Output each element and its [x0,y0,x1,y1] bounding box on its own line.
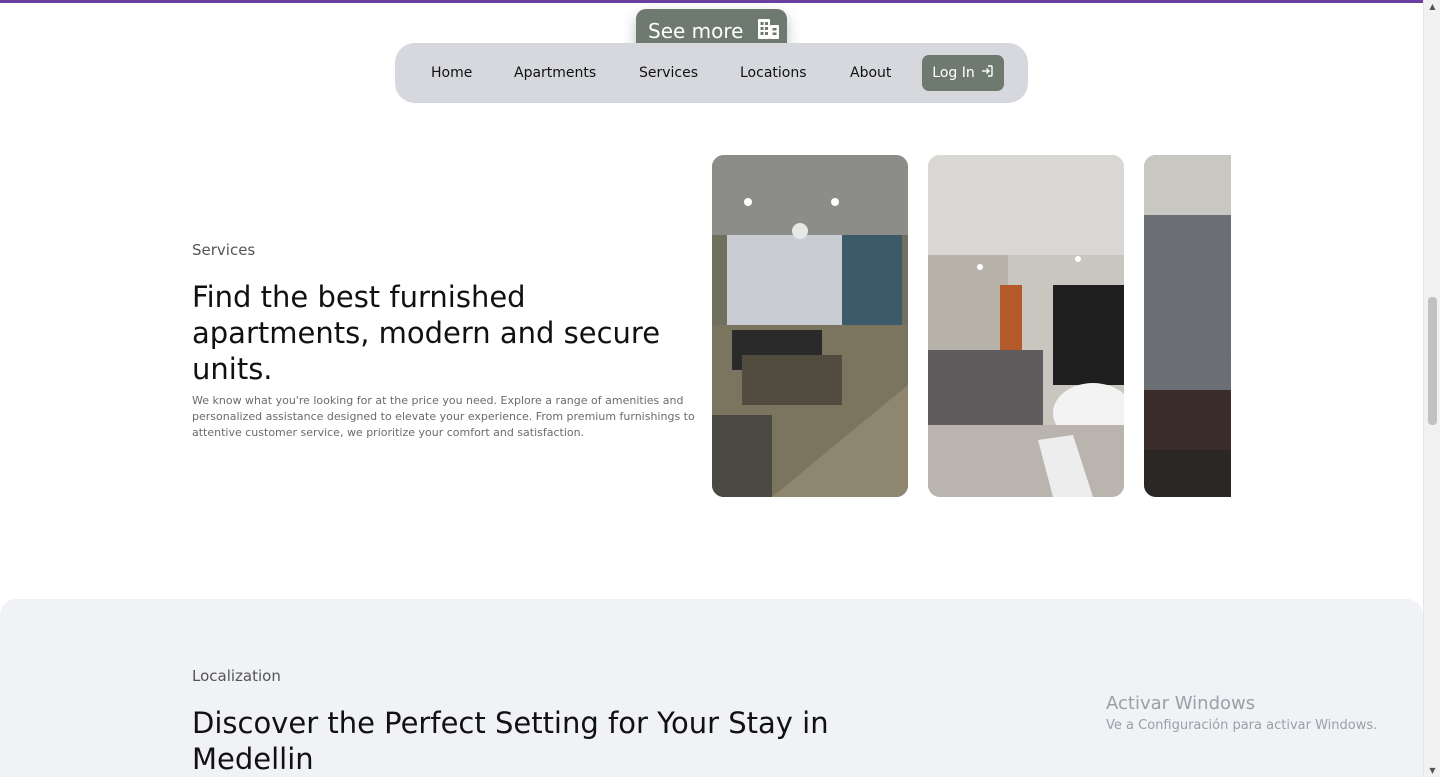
login-button[interactable]: Log In [922,55,1004,91]
page: See more Home Apartments Services Locati… [0,3,1423,777]
localization-title: Discover the Perfect Setting for Your St… [192,706,829,776]
main-nav: Home Apartments Services Locations About… [395,43,1028,103]
see-more-label: See more [648,19,744,43]
watermark-subtitle: Ve a Configuración para activar Windows. [1106,718,1378,733]
apartment-gallery [712,155,1231,497]
nav-item-apartments[interactable]: Apartments [514,65,596,81]
scroll-up-arrow-icon[interactable]: ▲ [1428,2,1437,11]
nav-item-about[interactable]: About [850,65,891,81]
services-eyebrow: Services [192,241,256,259]
scrollbar-thumb[interactable] [1428,297,1437,425]
vertical-scrollbar[interactable]: ▲ ▼ [1423,0,1440,777]
windows-activation-watermark: Activar Windows Ve a Configuración para … [1106,693,1377,733]
apartment-photo-dining[interactable] [1144,155,1231,497]
building-icon [755,17,781,46]
nav-item-services[interactable]: Services [639,65,698,81]
scroll-down-arrow-icon[interactable]: ▼ [1428,766,1437,775]
services-title: Find the best furnished apartments, mode… [192,280,661,386]
nav-item-home[interactable]: Home [431,65,472,81]
apartment-photo-lounge[interactable] [928,155,1124,497]
nav-item-locations[interactable]: Locations [740,65,807,81]
login-arrow-icon [980,64,994,82]
localization-section: Localization Discover the Perfect Settin… [0,599,1423,777]
watermark-title: Activar Windows [1106,693,1256,714]
apartment-photo-living-room[interactable] [712,155,908,497]
login-label: Log In [932,65,975,81]
localization-eyebrow: Localization [192,667,281,685]
services-description: We know what you're looking for at the p… [192,394,695,439]
